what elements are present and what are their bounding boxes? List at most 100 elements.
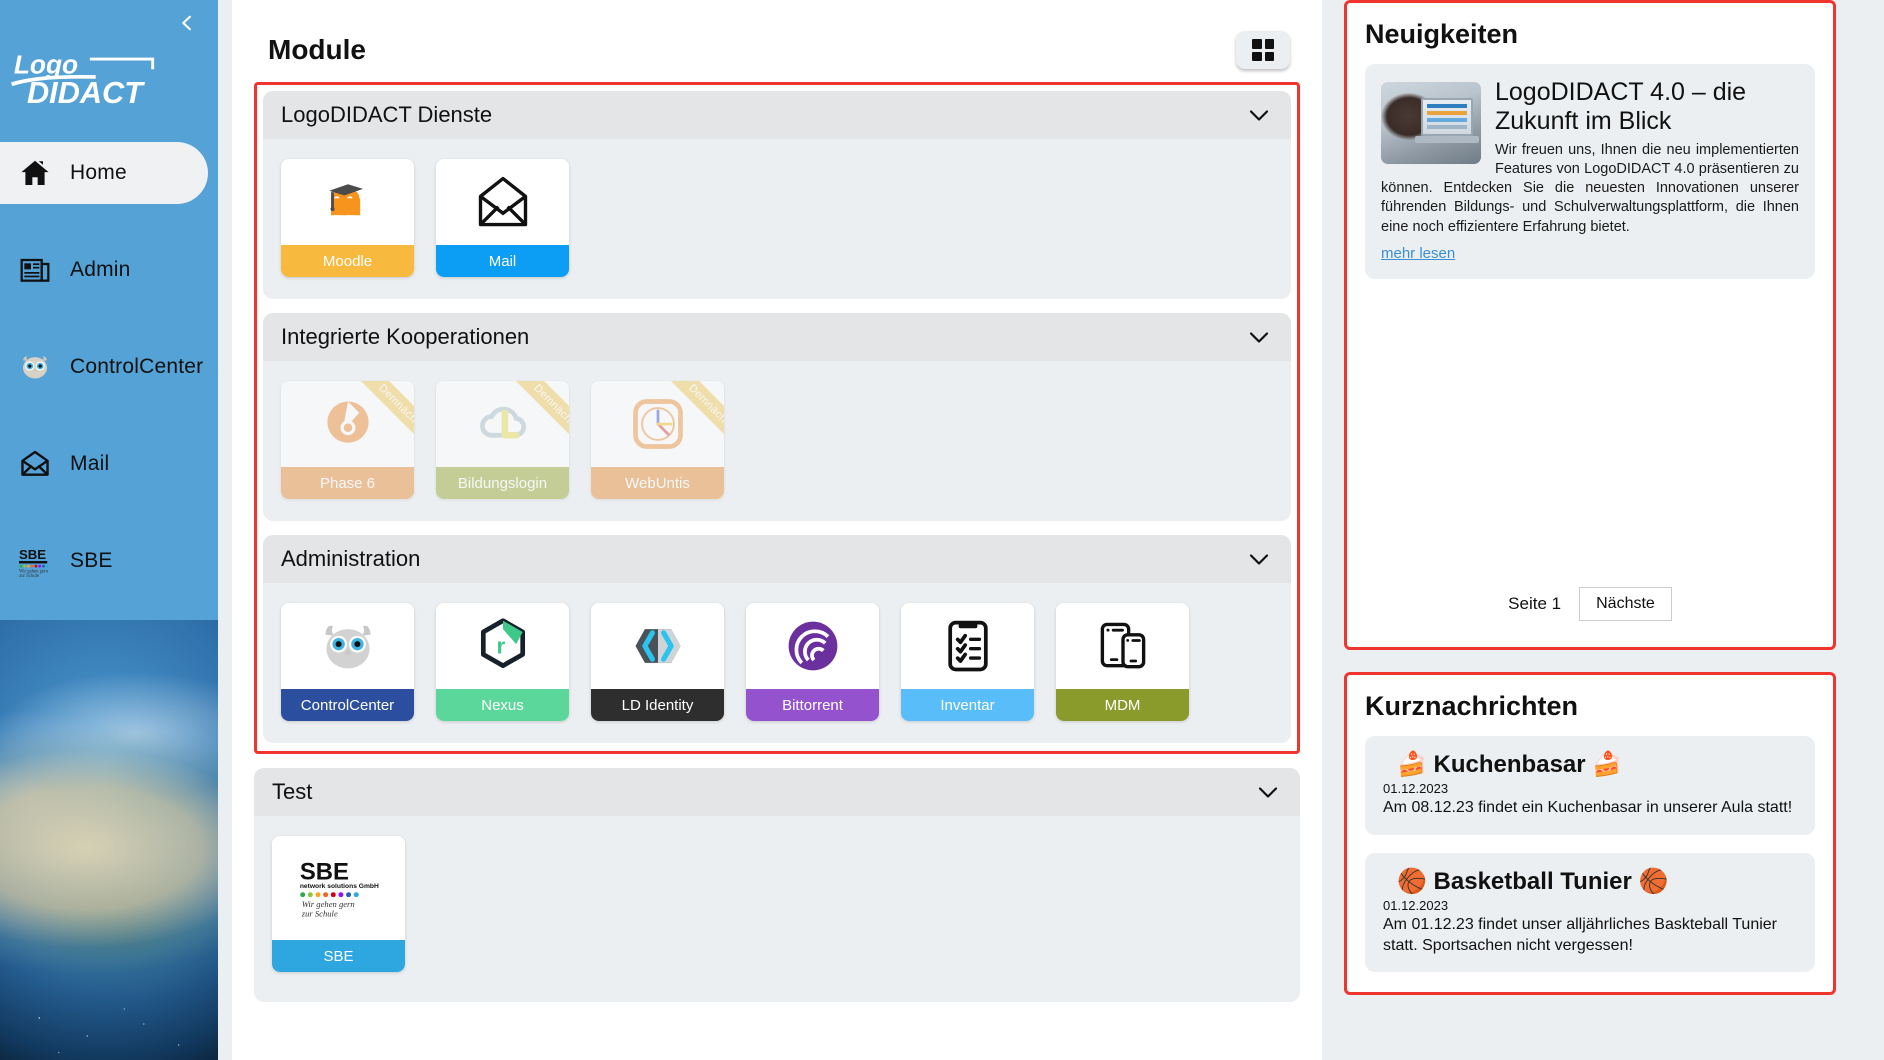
module-tile-label: Moodle	[281, 245, 414, 277]
sidebar-item-controlcenter[interactable]: ControlCenter	[0, 336, 218, 398]
modules-header: Module	[254, 24, 1300, 76]
shortnews-item[interactable]: 🏀 Basketball Tunier 🏀 01.12.2023 Am 01.1…	[1365, 852, 1815, 973]
section-body: SBE network solutions GmbH Wir gehen ger…	[254, 816, 1300, 1002]
module-tile-phase6[interactable]: Phase 6 Demnächst	[281, 381, 414, 499]
shortnews-headline: 🏀 Basketball Tunier 🏀	[1397, 867, 1669, 895]
module-tile-nexus[interactable]: r Nexus	[436, 603, 569, 721]
svg-text:SBE: SBE	[299, 858, 348, 885]
home-icon	[18, 156, 52, 190]
chevron-down-icon[interactable]	[1249, 109, 1269, 122]
sidebar-item-admin[interactable]: Admin	[0, 239, 218, 301]
section-body: Phase 6 Demnächst Bildungslogin Demnächs…	[263, 361, 1291, 521]
svg-text:Wir gehen gern: Wir gehen gern	[301, 899, 354, 909]
module-section-administration: Administration ControlCenter r Nexus LD …	[263, 535, 1291, 743]
module-tile-label: Bildungslogin	[436, 467, 569, 499]
logodidact-wordmark-icon: Logo DIDACT	[10, 50, 155, 110]
sidebar-item-label: Mail	[70, 452, 110, 475]
bittorrent-icon	[746, 603, 879, 689]
sidebar-item-home[interactable]: Home	[0, 142, 208, 204]
sidebar-collapse-button[interactable]	[170, 6, 204, 40]
section-body: ControlCenter r Nexus LD Identity Bittor…	[263, 583, 1291, 743]
module-tile-mail[interactable]: Mail	[436, 159, 569, 277]
module-tile-inventar[interactable]: Inventar	[901, 603, 1034, 721]
svg-text:DIDACT: DIDACT	[27, 75, 145, 110]
chevron-left-icon	[182, 15, 191, 31]
sidebar-item-sbe[interactable]: SBE Wir gehen gern zur Schule SBE	[0, 530, 218, 592]
envelope-icon	[18, 447, 52, 481]
shortnews-date: 01.12.2023	[1383, 897, 1449, 913]
main-content: Module LogoDIDACT Dienste Moodle Mail In…	[218, 0, 1884, 1060]
svg-text:zur Schule: zur Schule	[19, 574, 39, 577]
laptop-graphic	[1421, 98, 1473, 136]
sidebar-nav: Home Admin ControlCenter Mail SBE Wir ge…	[0, 142, 218, 592]
sbe-logo-icon: SBE network solutions GmbH Wir gehen ger…	[272, 836, 405, 940]
module-tile-ld-identity[interactable]: LD Identity	[591, 603, 724, 721]
chevron-down-icon[interactable]	[1249, 553, 1269, 566]
section-title: Administration	[281, 546, 421, 571]
module-tile-sbe[interactable]: SBE network solutions GmbH Wir gehen ger…	[272, 836, 405, 972]
module-tile-moodle[interactable]: Moodle	[281, 159, 414, 277]
sidebar-item-label: SBE	[70, 549, 113, 572]
module-section-dienste: LogoDIDACT Dienste Moodle Mail	[263, 91, 1291, 299]
chevron-down-icon[interactable]	[1249, 331, 1269, 344]
shortnews-card: Kurznachrichten 🍰 Kuchenbasar 🍰 01.12.20…	[1344, 672, 1836, 996]
app-root: Logo DIDACT Home Admin ControlCenter Mai…	[0, 0, 1884, 1060]
laptop-base-graphic	[1415, 136, 1479, 143]
module-tile-label: Inventar	[901, 689, 1034, 721]
shortnews-headline: 🍰 Kuchenbasar 🍰	[1397, 751, 1623, 778]
page-indicator: Seite 1	[1508, 594, 1562, 613]
devices-icon	[1056, 603, 1189, 689]
module-tile-label: SBE	[272, 940, 405, 972]
right-rail: Neuigkeiten LogoDIDACT 4.0 – die Zukunft…	[1322, 0, 1846, 1060]
section-header[interactable]: Integrierte Kooperationen	[263, 313, 1291, 361]
section-title: LogoDIDACT Dienste	[281, 102, 493, 127]
module-tile-controlcenter[interactable]: ControlCenter	[281, 603, 414, 721]
modules-panel: Module LogoDIDACT Dienste Moodle Mail In…	[232, 0, 1322, 1060]
module-tile-label: ControlCenter	[281, 689, 414, 721]
module-tile-mdm[interactable]: MDM	[1056, 603, 1189, 721]
shortnews-title: Kurznachrichten	[1365, 691, 1579, 721]
section-title: Integrierte Kooperationen	[281, 324, 530, 349]
module-section-test: Test SBE network solutions GmbH Wir gehe…	[254, 768, 1300, 1002]
section-header[interactable]: LogoDIDACT Dienste	[263, 91, 1291, 139]
svg-text:zur Schule: zur Schule	[300, 909, 337, 919]
module-tile-bittorrent[interactable]: Bittorrent	[746, 603, 879, 721]
module-tile-label: LD Identity	[591, 689, 724, 721]
news-pagination: Seite 1 Nächste	[1347, 587, 1833, 647]
chevron-down-icon[interactable]	[1258, 786, 1278, 799]
identity-icon	[591, 603, 724, 689]
section-body: Moodle Mail	[263, 139, 1291, 299]
next-page-button[interactable]: Nächste	[1579, 587, 1672, 621]
svg-text:SBE: SBE	[19, 547, 46, 562]
read-more-link[interactable]: mehr lesen	[1381, 245, 1455, 262]
sidebar-item-mail[interactable]: Mail	[0, 433, 218, 495]
clipboard-icon	[901, 603, 1034, 689]
sidebar-item-label: Home	[70, 161, 127, 184]
shortnews-text: Am 08.12.23 findet ein Kuchenbasar in un…	[1383, 799, 1793, 816]
module-tile-webuntis[interactable]: WebUntis Demnächst	[591, 381, 724, 499]
section-header[interactable]: Test	[254, 768, 1300, 816]
sbe-logo-icon: SBE Wir gehen gern zur Schule	[18, 544, 52, 578]
module-tile-label: Nexus	[436, 689, 569, 721]
owl-icon	[281, 603, 414, 689]
sidebar-item-label: Admin	[70, 258, 131, 281]
module-section-kooperationen: Integrierte Kooperationen Phase 6 Demnäc…	[263, 313, 1291, 521]
news-article[interactable]: LogoDIDACT 4.0 – die Zukunft im Blick Wi…	[1365, 64, 1815, 279]
webuntis-icon	[591, 381, 724, 467]
news-title: Neuigkeiten	[1365, 19, 1519, 49]
section-title: Test	[272, 779, 313, 804]
shortnews-date: 01.12.2023	[1383, 781, 1449, 796]
module-tile-label: WebUntis	[591, 467, 724, 499]
svg-text:r: r	[496, 634, 505, 659]
sidebar: Logo DIDACT Home Admin ControlCenter Mai…	[0, 0, 218, 1060]
section-header[interactable]: Administration	[263, 535, 1291, 583]
moodle-icon	[281, 159, 414, 245]
earth-background-image	[0, 620, 218, 1060]
shortnews-item[interactable]: 🍰 Kuchenbasar 🍰 01.12.2023 Am 08.12.23 f…	[1365, 736, 1815, 835]
news-card: Neuigkeiten LogoDIDACT 4.0 – die Zukunft…	[1344, 0, 1836, 650]
bildungslogin-icon	[436, 381, 569, 467]
grid-view-toggle-button[interactable]	[1236, 31, 1290, 69]
module-tile-bildungslogin[interactable]: Bildungslogin Demnächst	[436, 381, 569, 499]
sidebar-item-label: ControlCenter	[70, 355, 204, 378]
grid-view-icon	[1252, 39, 1274, 61]
